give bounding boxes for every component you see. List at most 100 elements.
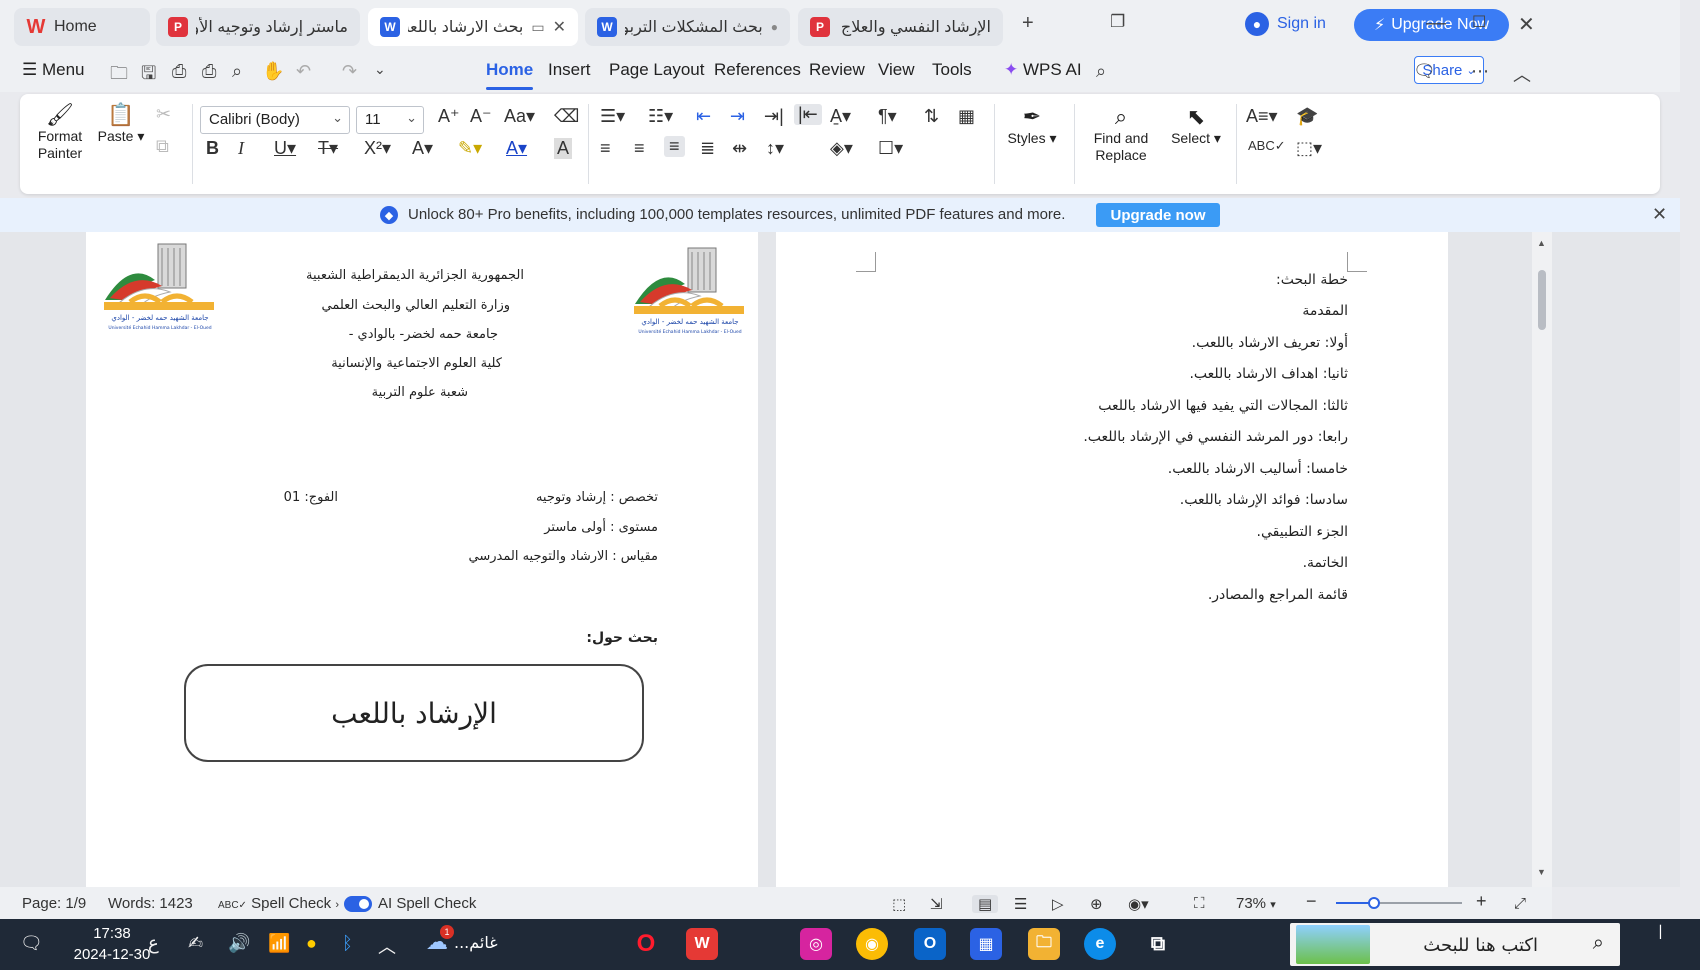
wps-ai-button[interactable]: ✦ WPS AI (1004, 60, 1082, 80)
italic-icon[interactable]: I (238, 138, 244, 159)
network-icon[interactable]: 📶 (268, 933, 290, 954)
page-left[interactable]: جامعة الشهيد حمه لخضر - الوادي Universit… (86, 232, 758, 887)
increase-indent-icon[interactable]: ⇥ (730, 106, 745, 127)
spell-check-icon[interactable]: ABC✓ (1248, 138, 1286, 154)
text-effect-icon[interactable]: A▾ (412, 138, 433, 159)
print-preview-icon[interactable]: ⌕ (232, 61, 242, 82)
file-explorer-icon[interactable]: 🗀 (1028, 928, 1060, 960)
graduation-cap-icon[interactable]: 🎓 (1296, 106, 1318, 127)
shading-icon[interactable]: ◈▾ (830, 138, 853, 159)
format-painter-button[interactable]: 🖌 Format Painter (32, 102, 88, 162)
select-button[interactable]: ⬉ Select ▾ (1166, 104, 1226, 147)
find-replace-button[interactable]: ⌕ Find and Replace (1084, 104, 1158, 164)
weather-widget[interactable]: ☁ 1 غائم... (426, 925, 498, 955)
styles-button[interactable]: ✒ Styles ▾ (1004, 104, 1060, 147)
toggle-switch[interactable] (344, 896, 372, 913)
highlight-icon[interactable]: ✎▾ (458, 138, 482, 159)
justify-icon[interactable]: ≣ (700, 138, 715, 159)
comment-icon[interactable]: 🗨 (1413, 61, 1436, 82)
export-pdf-icon[interactable]: ⎙ (172, 61, 186, 82)
chrome-icon[interactable]: ◉ (856, 928, 888, 960)
smart-tool-icon[interactable]: ⬚▾ (1296, 138, 1322, 159)
tab-insert[interactable]: Insert (548, 60, 591, 80)
tab-tools[interactable]: Tools (932, 60, 972, 80)
more-icon[interactable]: ⋯ (1471, 61, 1489, 82)
zoom-level[interactable]: 73% ▾ (1236, 895, 1276, 912)
play-icon[interactable]: ▷ (1052, 895, 1064, 913)
undo-icon[interactable]: ↶ (296, 61, 311, 82)
upgrade-now-promo-button[interactable]: Upgrade now (1096, 203, 1220, 227)
new-tab-icon[interactable]: + (1022, 12, 1034, 35)
tab-view[interactable]: View (878, 60, 915, 80)
menu-button[interactable]: ☰ Menu (22, 60, 85, 80)
close-window-icon[interactable]: ✕ (1518, 12, 1535, 37)
zoom-out-icon[interactable]: − (1306, 891, 1317, 912)
tray-app-icon[interactable]: ● (306, 933, 317, 954)
tab-references[interactable]: References (714, 60, 801, 80)
grow-font-icon[interactable]: A⁺ (438, 106, 460, 127)
redo-icon[interactable]: ↷ (342, 61, 357, 82)
edge-icon[interactable]: e (1084, 928, 1116, 960)
tab-page-layout[interactable]: Page Layout (609, 60, 704, 80)
ltr-icon[interactable]: ⇥| (764, 106, 784, 127)
bluetooth-icon[interactable]: ᛒ (342, 933, 353, 954)
decrease-indent-icon[interactable]: ⇤ (696, 106, 711, 127)
char-shading-icon[interactable]: A (554, 138, 573, 159)
align-left-icon[interactable]: ≡ (600, 138, 611, 159)
font-name-select[interactable]: Calibri (Body) ⌄ (200, 106, 350, 134)
borders-icon[interactable]: ☐▾ (878, 138, 903, 159)
numbered-list-icon[interactable]: ☷▾ (648, 106, 673, 127)
tab-pdf-masters[interactable]: P ماستر إرشاد وتوجيه الأولى ا (156, 8, 360, 46)
shrink-font-icon[interactable]: A⁻ (470, 106, 492, 127)
instagram-icon[interactable]: ◎ (800, 928, 832, 960)
chevron-up-icon[interactable]: ︿ (378, 933, 396, 959)
web-layout-icon[interactable]: ⊕ (1090, 895, 1103, 913)
zoom-in-icon[interactable]: + (1476, 891, 1487, 912)
font-size-select[interactable]: 11 ⌄ (356, 106, 424, 134)
notification-center-icon[interactable]: 🗨 (20, 933, 43, 954)
tab-review[interactable]: Review (809, 60, 865, 80)
strikethrough-icon[interactable]: T▾ (318, 138, 338, 159)
zoom-slider-knob[interactable] (1367, 897, 1380, 909)
page-right[interactable]: خطة البحث: المقدمة أولا: تعريف الارشاد ب… (776, 232, 1448, 887)
sign-in-button[interactable]: ● Sign in (1245, 12, 1326, 36)
tab-home[interactable]: Home (486, 60, 533, 80)
fullscreen-icon[interactable]: ⤢ (1514, 895, 1526, 912)
outlook-icon[interactable]: O (914, 928, 946, 960)
outline-view-icon[interactable]: ⬚ (892, 895, 906, 913)
pen-icon[interactable]: ✍ (188, 933, 203, 954)
tab-play-counseling[interactable]: W بحث الارشاد باللعب ▭ ✕ (368, 8, 578, 46)
window-switch-icon[interactable]: ❐ (1110, 12, 1125, 32)
eye-protection-icon[interactable]: ◉▾ (1128, 895, 1149, 913)
save-icon[interactable]: 🖫 (141, 61, 156, 91)
line-spacing-icon[interactable]: ↕▾ (766, 138, 784, 159)
rtl-icon[interactable]: |⇤ (794, 104, 822, 125)
paragraph-mark-icon[interactable]: ¶▾ (878, 106, 897, 127)
tab-home[interactable]: W Home (14, 8, 150, 46)
store-icon[interactable]: ▦ (970, 928, 1002, 960)
text-direction-icon[interactable]: A≡▾ (1246, 106, 1278, 127)
page-indicator[interactable]: Page: 1/9 (22, 895, 86, 912)
chevron-down-icon[interactable]: ⌄ (374, 61, 386, 78)
print-layout-icon[interactable]: ▤ (972, 895, 999, 913)
fit-page-icon[interactable]: ⛶ (1194, 895, 1205, 912)
underline-icon[interactable]: U▾ (274, 138, 296, 159)
hand-icon[interactable]: ✋ (262, 61, 284, 82)
tab-educational-problems[interactable]: W بحث المشكلات التربوية 2 ● (585, 8, 790, 46)
change-case-icon[interactable]: Aa▾ (504, 106, 535, 127)
export-icon[interactable]: ⇲ (930, 895, 943, 913)
tab-pdf-psychology[interactable]: P الإرشاد النفسي والعلاج النفسي (798, 8, 1003, 46)
distributed-icon[interactable]: ⇹ (732, 138, 747, 159)
align-right-icon[interactable]: ≡ (664, 136, 685, 157)
bold-icon[interactable]: B (206, 138, 219, 159)
sort-icon[interactable]: ⇅ (924, 106, 939, 127)
task-view-icon[interactable]: ⧉ (1142, 928, 1174, 960)
zoom-slider[interactable] (1336, 897, 1462, 909)
ai-spell-check-toggle[interactable]: AI Spell Check (344, 895, 476, 913)
show-desktop-button[interactable]: ▏ (1660, 925, 1669, 939)
spell-check-button[interactable]: ABC✓ Spell Check › (218, 895, 339, 912)
maximize-icon[interactable]: ☐ (1472, 12, 1486, 32)
cut-icon[interactable]: ✂ (156, 104, 171, 125)
word-count[interactable]: Words: 1423 (108, 895, 193, 912)
superscript-icon[interactable]: X²▾ (364, 138, 391, 159)
